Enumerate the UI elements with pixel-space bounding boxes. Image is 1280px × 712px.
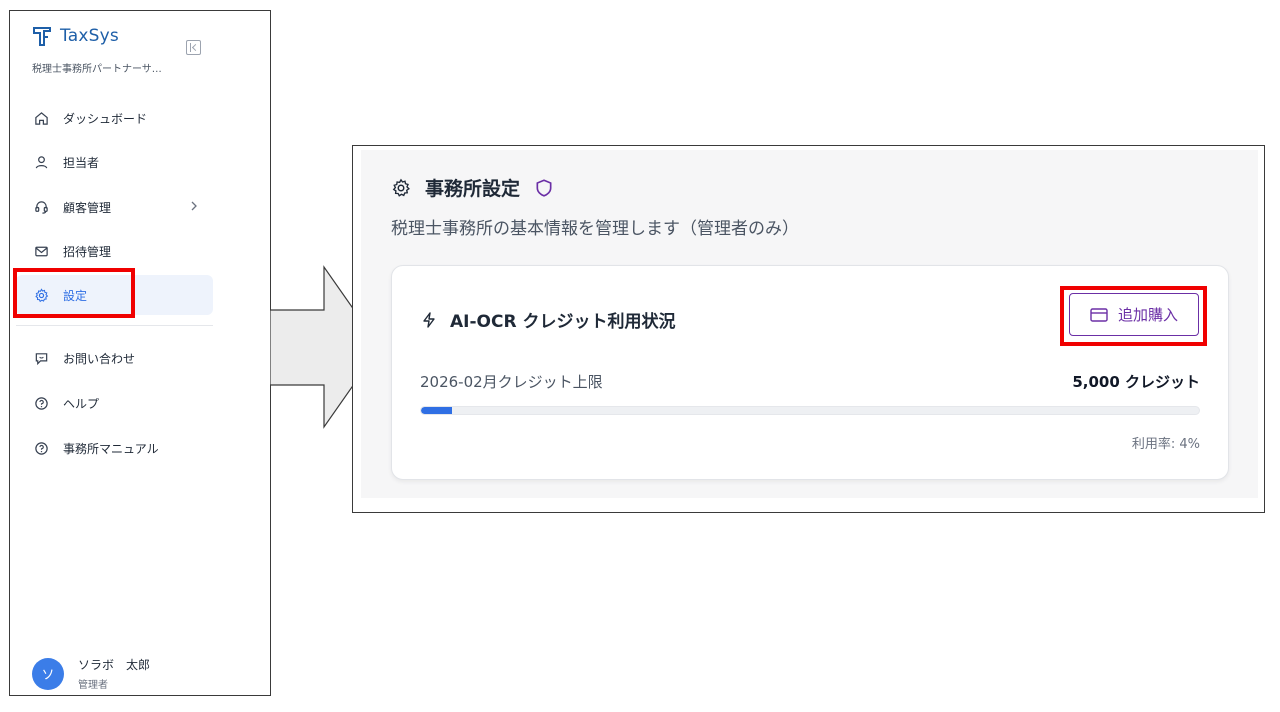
settings-highlight-box xyxy=(13,268,135,318)
usage-rate: 利用率: 4% xyxy=(1131,437,1200,452)
sidebar-item-label: ヘルプ xyxy=(63,396,100,411)
sidebar-collapse-icon[interactable] xyxy=(186,40,201,55)
sidebar-item-label: お問い合わせ xyxy=(63,351,136,366)
chevron-right-icon xyxy=(191,201,197,211)
nav-divider xyxy=(16,325,213,326)
sidebar-item-label: 事務所マニュアル xyxy=(63,441,159,456)
sidebar-item-staff[interactable]: 担当者 xyxy=(16,142,213,182)
user-info: ソラボ 太郎 管理者 xyxy=(78,656,150,691)
purchase-highlight-box xyxy=(1060,286,1207,346)
mail-icon xyxy=(34,244,49,259)
shield-icon xyxy=(536,178,552,197)
credit-usage-progress-fill xyxy=(421,407,453,414)
taxsys-logo-icon xyxy=(33,27,51,46)
credit-usage-progress xyxy=(420,406,1200,415)
credit-limit-value: 5,000 クレジット xyxy=(1072,373,1200,391)
logo-text: TaxSys xyxy=(60,26,119,46)
sidebar-item-customers[interactable]: 顧客管理 xyxy=(16,187,213,227)
user-profile[interactable]: ソ ソラボ 太郎 管理者 xyxy=(32,656,150,691)
sidebar-item-manual[interactable]: 事務所マニュアル xyxy=(16,428,213,468)
sidebar-item-invitations[interactable]: 招待管理 xyxy=(16,231,213,271)
sidebar-item-contact[interactable]: お問い合わせ xyxy=(16,338,213,378)
card-header: AI-OCR クレジット利用状況 xyxy=(420,307,675,332)
sidebar: TaxSys 税理士事務所パートナーサ… ダッシュボード 担当者 顧客管理 招待… xyxy=(9,10,271,696)
sidebar-item-help[interactable]: ヘルプ xyxy=(16,383,213,423)
card-title: AI-OCR クレジット利用状況 xyxy=(450,312,676,332)
lightning-icon xyxy=(423,311,435,328)
user-role: 管理者 xyxy=(78,680,108,691)
credit-limit-label: 2026-02月クレジット上限 xyxy=(420,373,603,391)
page-subtitle: 税理士事務所の基本情報を管理します（管理者のみ） xyxy=(391,219,799,239)
user-name: ソラボ 太郎 xyxy=(78,658,151,672)
org-name: 税理士事務所パートナーサ… xyxy=(32,64,162,75)
chat-icon xyxy=(34,351,49,366)
page-title: 事務所設定 xyxy=(425,178,521,200)
sidebar-item-label: 招待管理 xyxy=(63,244,112,259)
page-header: 事務所設定 xyxy=(391,174,554,201)
headset-icon xyxy=(34,200,49,215)
logo[interactable]: TaxSys xyxy=(32,25,119,47)
sidebar-item-dashboard[interactable]: ダッシュボード xyxy=(16,98,213,138)
user-icon xyxy=(34,155,49,170)
avatar: ソ xyxy=(32,657,64,690)
help-circle-icon xyxy=(34,396,49,411)
sidebar-item-label: 顧客管理 xyxy=(63,200,112,215)
sidebar-item-label: ダッシュボード xyxy=(63,111,148,126)
help-circle-icon xyxy=(34,441,49,456)
sidebar-item-label: 担当者 xyxy=(63,155,100,170)
home-icon xyxy=(34,111,49,126)
gear-icon xyxy=(392,178,410,197)
